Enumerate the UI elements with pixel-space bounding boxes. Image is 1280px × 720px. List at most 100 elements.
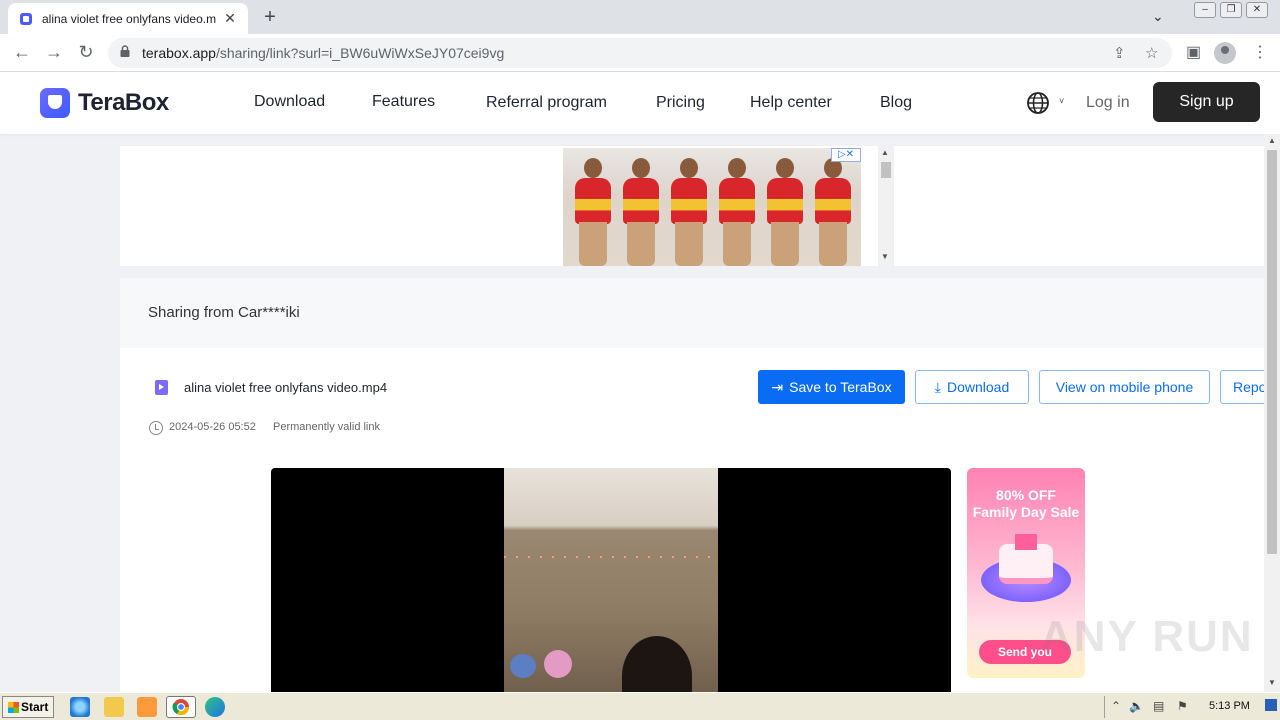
house-illustration — [1015, 534, 1037, 550]
browser-menu-icon[interactable]: ⋮ — [1252, 42, 1268, 62]
ie-icon[interactable] — [70, 697, 90, 717]
lock-icon — [120, 45, 130, 57]
plush-toy-pink — [544, 650, 572, 678]
file-name: alina violet free onlyfans video.mp4 — [184, 380, 388, 395]
string-lights — [504, 556, 718, 558]
flag-icon[interactable]: ⚑ — [1177, 699, 1188, 713]
browser-tab[interactable]: alina violet free onlyfans video.mp4 ✕ — [8, 3, 248, 34]
page-scroll-thumb[interactable] — [1267, 150, 1277, 554]
tab-title: alina violet free onlyfans video.mp4 — [42, 11, 216, 26]
back-arrow-icon[interactable]: ← — [10, 42, 34, 63]
windows-taskbar: Start ⌃ 🔈 ▤ ⚑ 5:13 PM — [0, 692, 1280, 720]
top-ad-banner: ▷✕ ▲ ▼ — [120, 146, 1264, 266]
url-text: terabox.app/sharing/link?surl=i_BW6uWiWx… — [142, 45, 504, 61]
report-label: Repo — [1233, 379, 1267, 395]
video-file-icon — [155, 380, 168, 395]
cake-illustration — [999, 544, 1053, 584]
chrome-icon — [172, 699, 190, 716]
scroll-down-icon[interactable]: ▼ — [881, 252, 889, 261]
login-link[interactable]: Log in — [1086, 94, 1130, 112]
globe-language-icon[interactable] — [1026, 91, 1050, 115]
side-ad-discount: 80% OFF — [996, 487, 1056, 503]
ad-figure — [715, 158, 759, 266]
tray-expand-icon[interactable]: ⌃ — [1111, 699, 1121, 713]
windows-logo-icon — [8, 702, 19, 713]
network-icon[interactable]: ▤ — [1153, 699, 1164, 713]
new-tab-icon[interactable]: + — [258, 6, 282, 29]
clock-icon — [149, 421, 163, 435]
nav-help-center[interactable]: Help center — [750, 94, 832, 112]
url-path: /sharing/link?surl=i_BW6uWiWxSeJY07cei9v… — [215, 45, 505, 61]
browser-tab-strip: alina violet free onlyfans video.mp4 ✕ +… — [0, 0, 1280, 34]
taskbar-clock[interactable]: 5:13 PM — [1209, 700, 1250, 712]
share-header: Sharing from Car****iki — [120, 278, 1264, 348]
ad-scrollbar[interactable]: ▲ ▼ — [878, 146, 894, 266]
minimize-icon[interactable]: – — [1194, 2, 1216, 18]
save-icon: ⇥ — [771, 379, 784, 395]
terabox-favicon-icon — [20, 12, 32, 25]
nav-referral-program[interactable]: Referral program — [486, 94, 607, 112]
show-desktop-icon[interactable] — [1265, 699, 1277, 711]
anyrun-watermark: ANY RUN — [1040, 612, 1254, 661]
window-controls: – ❐ ✕ — [1194, 2, 1268, 18]
ad-figure — [763, 158, 807, 266]
video-frame — [504, 468, 718, 692]
terabox-logo[interactable]: TeraBox — [40, 88, 169, 118]
ad-figure — [571, 158, 615, 266]
adchoices-icon[interactable]: ▷✕ — [831, 148, 861, 162]
url-host: terabox.app — [142, 45, 216, 61]
download-label: Download — [946, 379, 1010, 395]
window-close-icon[interactable]: ✕ — [1246, 2, 1268, 18]
share-date: 2024-05-26 05:52 — [169, 421, 256, 433]
ad-scroll-thumb[interactable] — [881, 162, 891, 178]
folder-icon[interactable] — [104, 697, 124, 717]
start-button[interactable]: Start — [2, 696, 54, 718]
nav-blog[interactable]: Blog — [880, 94, 912, 112]
terabox-logo-icon — [40, 88, 70, 118]
sharing-from-text: Sharing from Car****iki — [148, 304, 300, 321]
profile-avatar-icon[interactable] — [1214, 42, 1236, 64]
chrome-taskbar-button[interactable] — [166, 696, 196, 718]
nav-download[interactable]: Download — [254, 93, 325, 111]
page-scroll-down-icon[interactable]: ▼ — [1268, 678, 1276, 687]
person-head — [622, 636, 692, 692]
download-icon: ⤓ — [934, 379, 941, 395]
signup-button[interactable]: Sign up — [1153, 82, 1260, 122]
nav-pricing[interactable]: Pricing — [656, 94, 705, 112]
media-player-icon[interactable] — [137, 697, 157, 717]
system-tray: ⌃ 🔈 ▤ ⚑ 5:13 PM — [1104, 696, 1280, 718]
ad-figure — [619, 158, 663, 266]
nav-features[interactable]: Features — [372, 93, 435, 111]
plush-toy-blue — [510, 654, 536, 678]
ad-image[interactable] — [563, 148, 861, 266]
web-page: TeraBox Download Features Referral progr… — [0, 72, 1280, 692]
share-icon[interactable]: ⇪ — [1113, 44, 1126, 62]
address-bar[interactable]: terabox.app/sharing/link?surl=i_BW6uWiWx… — [108, 38, 1172, 68]
edge-icon[interactable] — [205, 697, 225, 717]
logo-text: TeraBox — [78, 89, 169, 116]
restore-icon[interactable]: ❐ — [1220, 2, 1242, 18]
bookmark-star-icon[interactable]: ☆ — [1145, 44, 1158, 62]
reload-icon[interactable]: ↻ — [74, 42, 98, 63]
video-player[interactable] — [271, 468, 951, 692]
side-ad-title: Family Day Sale — [972, 504, 1080, 520]
page-scrollbar[interactable]: ▲ ▼ — [1264, 134, 1280, 692]
start-label: Start — [21, 700, 49, 714]
site-header: TeraBox Download Features Referral progr… — [0, 72, 1280, 134]
language-chevron-icon[interactable]: ˅ — [1059, 96, 1064, 106]
browser-toolbar: ← → ↻ terabox.app/sharing/link?surl=i_BW… — [0, 34, 1280, 72]
page-scroll-up-icon[interactable]: ▲ — [1268, 136, 1276, 145]
close-tab-icon[interactable]: ✕ — [222, 10, 238, 27]
ad-figure — [811, 158, 855, 266]
side-panel-icon[interactable]: ▣ — [1186, 42, 1201, 62]
volume-icon[interactable]: 🔈 — [1129, 699, 1144, 713]
view-on-mobile-button[interactable]: View on mobile phone — [1039, 370, 1210, 404]
scroll-up-icon[interactable]: ▲ — [881, 148, 889, 157]
tab-search-chevron-icon[interactable]: ⌄ — [1152, 8, 1164, 25]
mobile-label: View on mobile phone — [1055, 379, 1194, 395]
download-button[interactable]: ⤓ Download — [915, 370, 1029, 404]
link-validity: Permanently valid link — [273, 421, 380, 433]
forward-arrow-icon[interactable]: → — [42, 42, 66, 63]
save-label: Save to TeraBox — [789, 379, 892, 395]
save-to-terabox-button[interactable]: ⇥ Save to TeraBox — [758, 370, 905, 404]
